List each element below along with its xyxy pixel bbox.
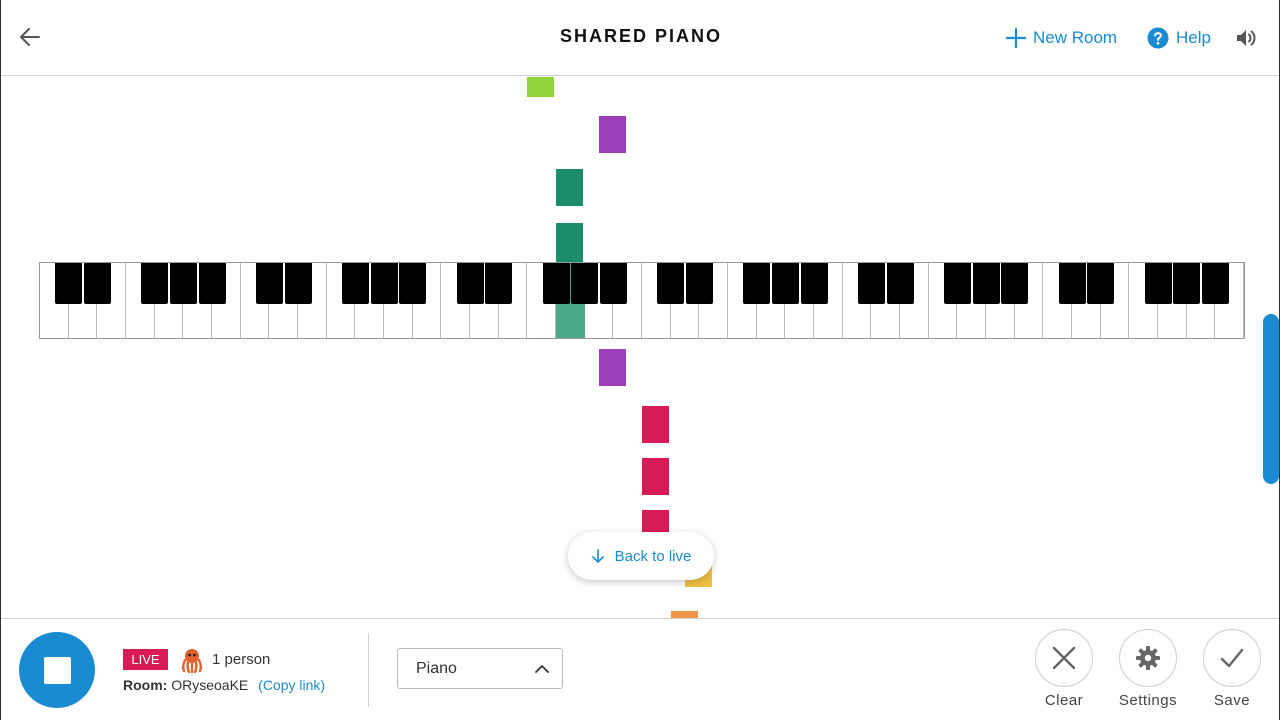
- speaker-icon: [1237, 30, 1256, 46]
- new-room-button[interactable]: New Room: [1006, 24, 1117, 52]
- black-key[interactable]: [169, 263, 197, 304]
- stop-icon: [43, 656, 71, 684]
- note-block: [556, 223, 583, 262]
- black-key[interactable]: [886, 263, 914, 304]
- black-key[interactable]: [141, 263, 169, 304]
- close-icon: [1052, 646, 1076, 670]
- note-block: [599, 116, 626, 153]
- settings-circle: [1119, 629, 1177, 687]
- black-key[interactable]: [685, 263, 713, 304]
- save-label: Save: [1213, 692, 1251, 709]
- black-key[interactable]: [800, 263, 828, 304]
- black-key[interactable]: [857, 263, 885, 304]
- octopus-icon: [182, 649, 202, 673]
- black-key[interactable]: [370, 263, 398, 304]
- save-button[interactable]: Save: [1202, 629, 1262, 713]
- black-key[interactable]: [657, 263, 685, 304]
- check-icon: [1220, 648, 1244, 668]
- copy-link-button[interactable]: (Copy link): [258, 677, 325, 693]
- black-key[interactable]: [399, 263, 427, 304]
- vertical-scrollbar[interactable]: [1263, 314, 1279, 484]
- new-room-label: New Room: [1033, 28, 1118, 47]
- note-block: [556, 169, 583, 206]
- people-count: 1 person: [212, 651, 271, 668]
- black-key[interactable]: [1001, 263, 1029, 304]
- arrow-down-icon: [591, 549, 604, 563]
- stop-recording-button[interactable]: [19, 632, 95, 708]
- note-block: [671, 611, 698, 618]
- top-bar: SHARED PIANO New Room Help: [1, 0, 1279, 76]
- note-block: [599, 349, 626, 386]
- black-key[interactable]: [972, 263, 1000, 304]
- black-key[interactable]: [771, 263, 799, 304]
- volume-button[interactable]: [1234, 26, 1258, 50]
- note-block: [527, 77, 554, 97]
- black-key[interactable]: [571, 263, 599, 304]
- piano-roll[interactable]: Back to live: [1, 77, 1279, 618]
- bottom-bar: LIVE 1 person Room: ORyseoaKE (Copy link…: [1, 618, 1279, 720]
- help-button[interactable]: Help: [1147, 24, 1211, 52]
- save-circle: [1203, 629, 1261, 687]
- black-key[interactable]: [55, 263, 83, 304]
- back-to-live-button[interactable]: Back to live: [568, 532, 714, 580]
- app-window: SHARED PIANO New Room Help Back to live …: [0, 0, 1280, 720]
- black-key[interactable]: [599, 263, 627, 304]
- black-key[interactable]: [943, 263, 971, 304]
- room-label: Room:: [123, 677, 168, 693]
- piano-keyboard[interactable]: [39, 262, 1245, 339]
- instrument-select[interactable]: Piano: [397, 648, 563, 689]
- question-circle-icon: [1147, 27, 1169, 49]
- divider: [368, 633, 369, 707]
- black-key[interactable]: [1201, 263, 1229, 304]
- help-label: Help: [1176, 28, 1211, 47]
- room-info: Room: ORyseoaKE (Copy link): [123, 677, 325, 693]
- black-key[interactable]: [83, 263, 111, 304]
- black-key[interactable]: [743, 263, 771, 304]
- chevron-up-icon: [535, 665, 549, 673]
- black-key[interactable]: [1173, 263, 1201, 304]
- black-key[interactable]: [542, 263, 570, 304]
- settings-button[interactable]: Settings: [1118, 629, 1178, 713]
- black-key[interactable]: [255, 263, 283, 304]
- black-key[interactable]: [1144, 263, 1172, 304]
- black-key[interactable]: [485, 263, 513, 304]
- black-key[interactable]: [341, 263, 369, 304]
- black-key[interactable]: [198, 263, 226, 304]
- room-code: ORyseoaKE: [171, 677, 249, 693]
- back-to-live-label: Back to live: [614, 547, 692, 565]
- black-key[interactable]: [456, 263, 484, 304]
- black-key[interactable]: [1087, 263, 1115, 304]
- clear-circle: [1035, 629, 1093, 687]
- note-block: [642, 458, 669, 495]
- black-key[interactable]: [284, 263, 312, 304]
- clear-button[interactable]: Clear: [1034, 629, 1094, 713]
- instrument-selected: Piano: [416, 660, 457, 677]
- gear-icon: [1136, 646, 1160, 670]
- black-key[interactable]: [1058, 263, 1086, 304]
- note-block: [642, 406, 669, 443]
- live-badge: LIVE: [123, 649, 168, 670]
- plus-icon: [1006, 28, 1026, 48]
